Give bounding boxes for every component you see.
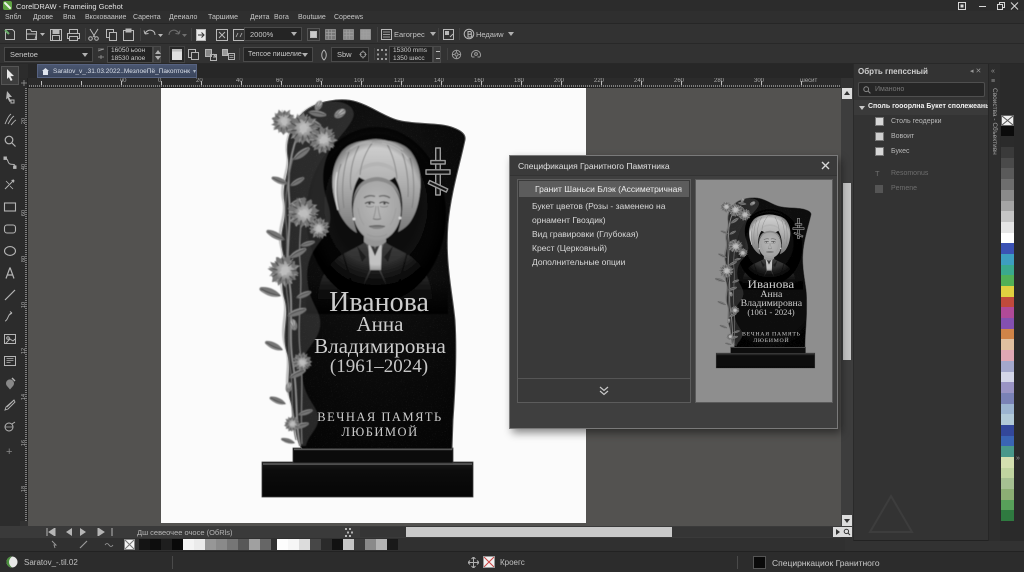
svg-text:(1061 - 2024): (1061 - 2024) [747, 307, 794, 317]
svg-text:(1961–2024): (1961–2024) [330, 356, 428, 377]
